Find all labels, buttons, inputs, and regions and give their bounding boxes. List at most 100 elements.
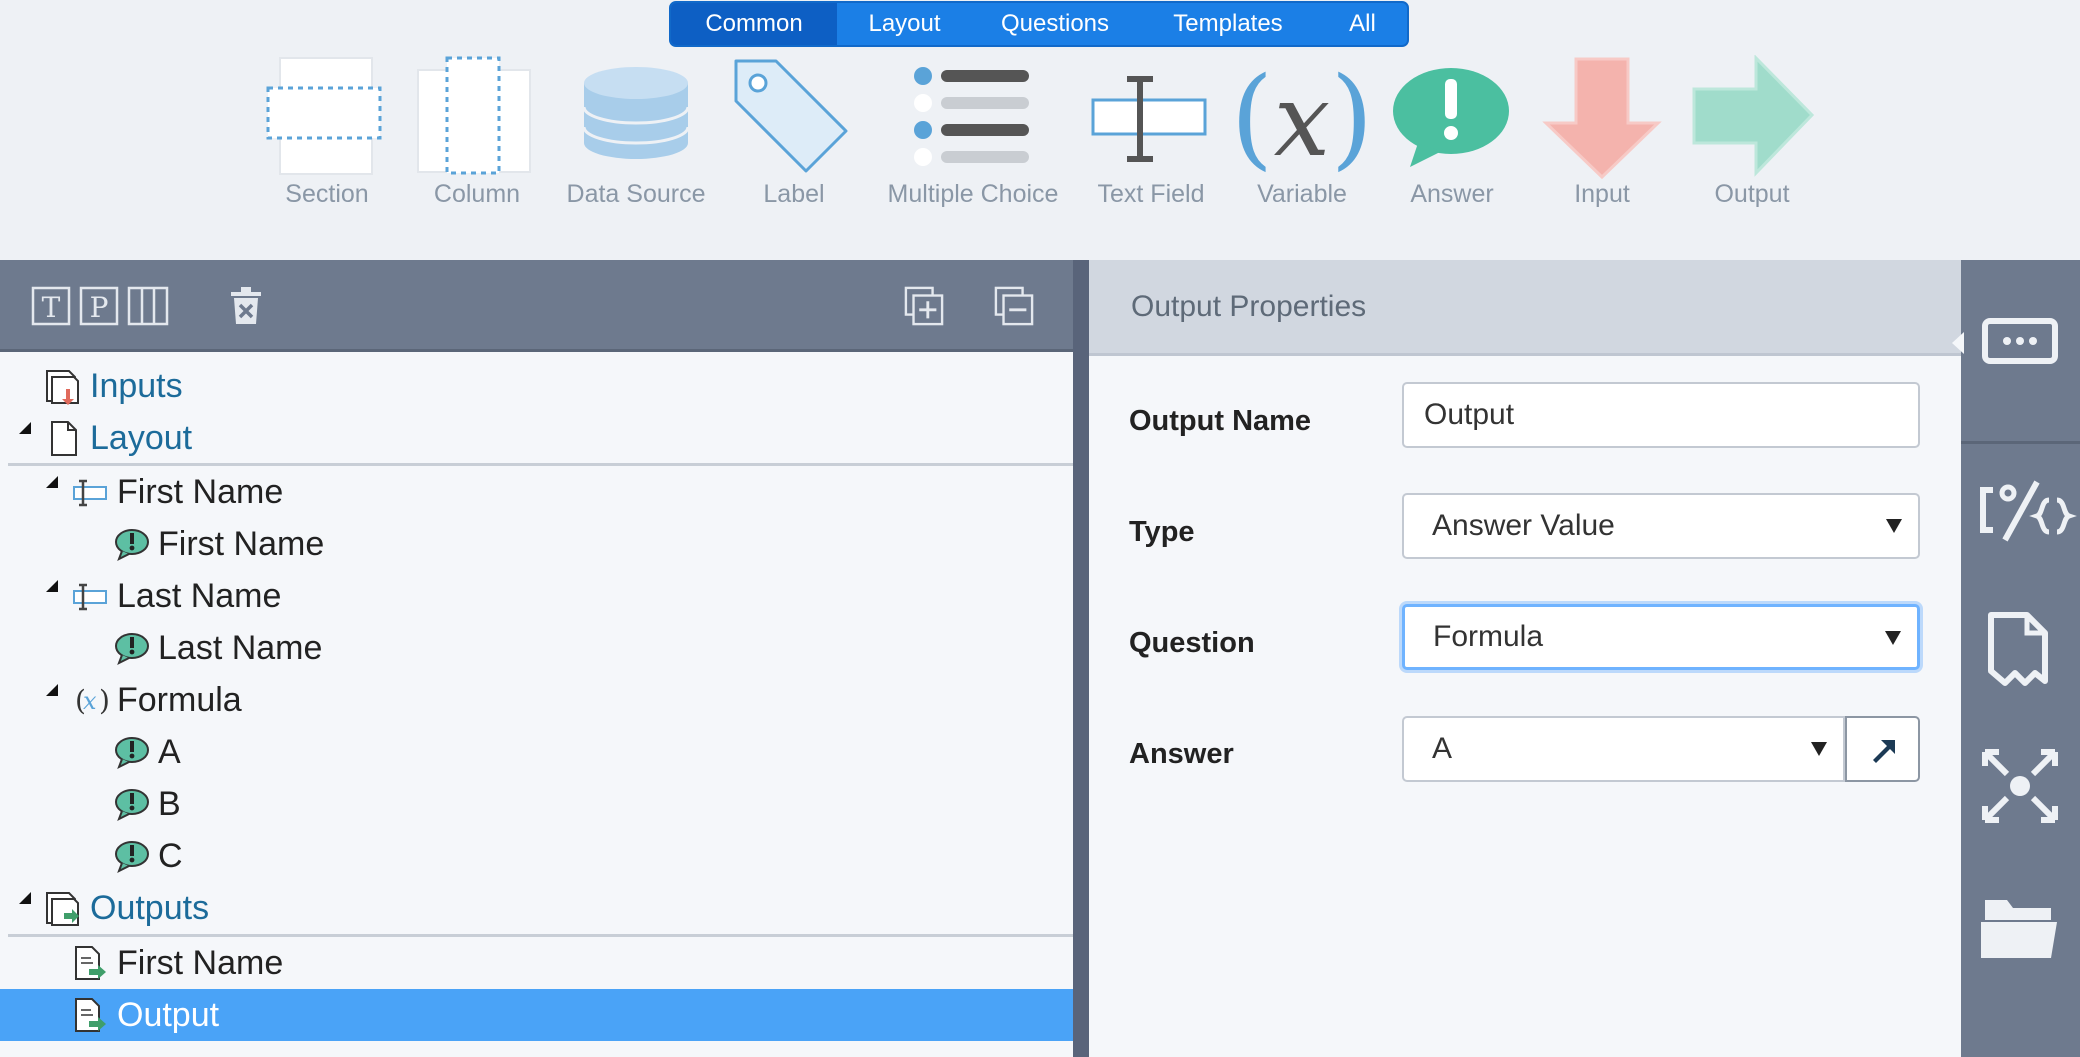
tree-node-last-name-field[interactable]: Last Name bbox=[0, 570, 1073, 622]
output-icon bbox=[75, 998, 106, 1032]
question-label: Question bbox=[1129, 627, 1255, 659]
rail-formula-button[interactable] bbox=[1961, 460, 2080, 580]
answer-icon bbox=[115, 841, 149, 874]
tab-questions[interactable]: Questions bbox=[972, 3, 1138, 45]
output-name-input[interactable]: Output bbox=[1402, 382, 1920, 448]
expand-all-icon[interactable] bbox=[903, 286, 945, 326]
text-field-icon bbox=[73, 583, 107, 611]
tree-node-first-name-answer[interactable]: First Name bbox=[0, 518, 1073, 570]
tree-node-first-name-output[interactable]: First Name bbox=[0, 937, 1073, 989]
paragraph-format-icon[interactable]: P bbox=[79, 286, 119, 326]
tab-layout[interactable]: Layout bbox=[837, 3, 972, 45]
tag-icon bbox=[734, 59, 848, 173]
tree-node-label: B bbox=[158, 784, 181, 823]
type-select[interactable]: Answer Value bbox=[1402, 493, 1920, 559]
tree-node-label: Formula bbox=[117, 680, 242, 719]
tab-common[interactable]: Common bbox=[671, 3, 837, 45]
tool-output[interactable]: Output bbox=[1672, 55, 1832, 215]
p-glyph: P bbox=[90, 291, 109, 324]
tool-multiple-choice[interactable]: Multiple Choice bbox=[888, 55, 1058, 215]
output-name-value: Output bbox=[1424, 398, 1515, 431]
section-icon bbox=[266, 57, 382, 175]
text-field-icon bbox=[1091, 76, 1207, 162]
list-icon bbox=[914, 67, 1029, 166]
tree-node-label: C bbox=[158, 836, 183, 875]
tree-node-label: Last Name bbox=[117, 576, 282, 615]
outputs-folder-icon bbox=[46, 892, 79, 926]
svg-text:): ) bbox=[1331, 55, 1374, 180]
column-icon bbox=[417, 56, 531, 175]
chevron-down-icon bbox=[1885, 631, 1901, 645]
compress-icon bbox=[1982, 749, 2058, 823]
tool-column[interactable]: Column bbox=[397, 55, 557, 215]
tree-node-last-name-answer[interactable]: Last Name bbox=[0, 622, 1073, 674]
pane-splitter[interactable] bbox=[1073, 260, 1089, 1057]
tree-node-first-name-field[interactable]: First Name bbox=[0, 466, 1073, 518]
svg-text:x: x bbox=[1274, 62, 1330, 179]
database-icon bbox=[582, 67, 690, 159]
tab-templates[interactable]: Templates bbox=[1138, 3, 1318, 45]
tool-data-source[interactable]: Data Source bbox=[556, 55, 716, 215]
tree-view: Inputs Layout First Name First Name Last… bbox=[0, 352, 1073, 1057]
rail-document-button[interactable] bbox=[1961, 595, 2080, 715]
columns-format-icon[interactable] bbox=[127, 286, 169, 326]
rail-open-folder-button[interactable] bbox=[1961, 870, 2080, 990]
properties-panel: Output Properties Output Name Output Typ… bbox=[1089, 260, 1961, 1057]
tree-node-label: Layout bbox=[90, 418, 193, 457]
chevron-down-icon bbox=[1811, 742, 1827, 756]
right-rail bbox=[1952, 260, 2080, 1057]
answer-icon bbox=[115, 789, 149, 822]
tree-node-formula[interactable]: ( x ) Formula bbox=[0, 674, 1073, 726]
type-value: Answer Value bbox=[1432, 509, 1615, 542]
tree-node-answer-a[interactable]: A bbox=[0, 726, 1073, 778]
rail-separator bbox=[1961, 441, 2080, 444]
answer-select[interactable]: A bbox=[1402, 716, 1845, 782]
collapse-all-icon[interactable] bbox=[993, 286, 1035, 326]
tree-node-label: A bbox=[158, 732, 181, 771]
tree-node-answer-c[interactable]: C bbox=[0, 830, 1073, 882]
tool-label-item[interactable]: Label bbox=[714, 55, 874, 215]
trash-icon[interactable] bbox=[228, 286, 264, 326]
jump-arrow-icon bbox=[1873, 740, 1895, 763]
tree-node-label: Inputs bbox=[90, 366, 183, 405]
document-icon bbox=[51, 421, 77, 456]
question-value: Formula bbox=[1433, 620, 1544, 653]
tree-node-output-selected[interactable]: Output bbox=[0, 989, 1073, 1041]
chevron-down-icon bbox=[1886, 519, 1902, 533]
tree-node-label: First Name bbox=[117, 943, 284, 982]
rail-properties-button[interactable] bbox=[1961, 285, 2080, 405]
answer-icon bbox=[115, 633, 149, 666]
tree-node-layout[interactable]: Layout bbox=[0, 412, 1073, 464]
output-icon bbox=[75, 946, 106, 980]
toolbox-tabs: Common Layout Questions Templates All bbox=[669, 1, 1409, 47]
rail-compress-button[interactable] bbox=[1961, 730, 2080, 850]
arrow-right-icon bbox=[1692, 55, 1815, 177]
tree-node-label: Outputs bbox=[90, 888, 210, 927]
toolbox: Common Layout Questions Templates All Se… bbox=[0, 0, 2080, 260]
properties-title: Output Properties bbox=[1131, 290, 1367, 323]
text-field-icon bbox=[73, 479, 107, 507]
document-output-icon bbox=[1988, 612, 2048, 686]
question-select[interactable]: Formula bbox=[1402, 604, 1920, 670]
tab-all[interactable]: All bbox=[1318, 3, 1407, 45]
form-field-icon bbox=[1982, 318, 2058, 364]
arrow-down-icon bbox=[1542, 57, 1662, 180]
text-format-icon[interactable]: T bbox=[31, 286, 71, 326]
variable-icon: x ( ) bbox=[1231, 55, 1374, 180]
t-glyph: T bbox=[42, 291, 61, 324]
formula-icon bbox=[1980, 480, 2077, 542]
answer-label: Answer bbox=[1129, 738, 1234, 770]
svg-text:(: ( bbox=[1231, 55, 1274, 180]
svg-text:x: x bbox=[83, 687, 97, 715]
tool-label: Output bbox=[1714, 180, 1790, 208]
tree-node-label: Output bbox=[117, 995, 220, 1034]
answer-icon bbox=[115, 529, 149, 562]
tree-node-outputs[interactable]: Outputs bbox=[0, 882, 1073, 934]
tree-toolbar: T P bbox=[0, 260, 1073, 352]
tree-node-label: First Name bbox=[158, 524, 325, 563]
tool-label: Label bbox=[763, 180, 825, 208]
tree-node-inputs[interactable]: Inputs bbox=[0, 360, 1073, 412]
tree-node-answer-b[interactable]: B bbox=[0, 778, 1073, 830]
properties-header: Output Properties bbox=[1089, 260, 1961, 356]
go-to-answer-button[interactable] bbox=[1845, 716, 1920, 782]
